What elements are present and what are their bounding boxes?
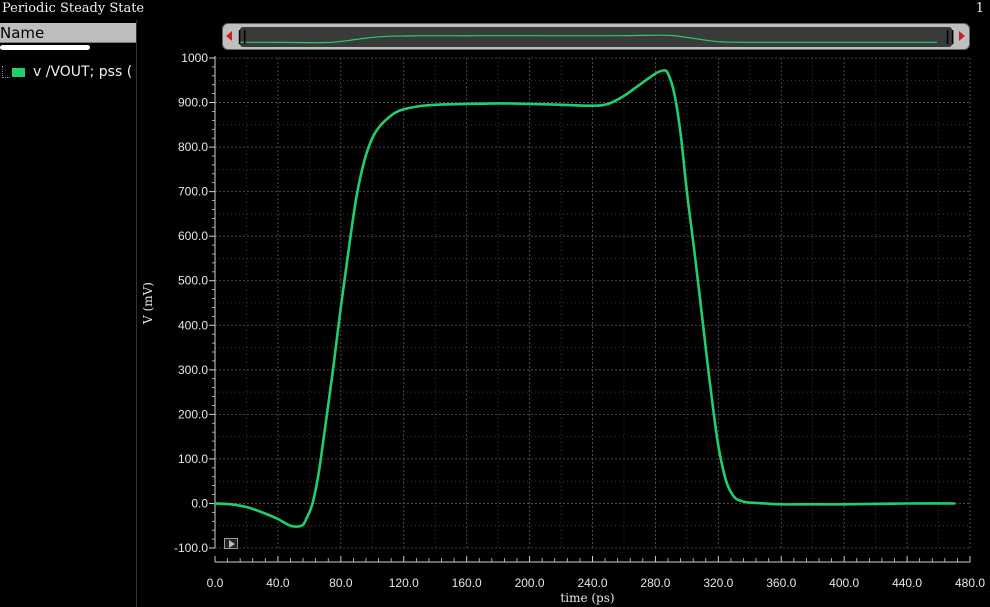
- x-tick-label: 360.0: [766, 576, 796, 590]
- x-tick-label: 440.0: [892, 576, 922, 590]
- x-tick-label: 0.0: [207, 576, 224, 590]
- y-tick-label: 1000: [181, 51, 208, 65]
- x-axis-label: time (ps): [560, 591, 614, 605]
- y-axis-label: V (mV): [141, 282, 155, 325]
- x-tick-label: 80.0: [329, 576, 353, 590]
- x-tick-label: 400.0: [829, 576, 859, 590]
- y-tick-label: 200.0: [178, 407, 208, 421]
- y-tick-label: 900.0: [178, 96, 208, 110]
- x-tick-label: 280.0: [640, 576, 670, 590]
- series-line[interactable]: [213, 69, 956, 528]
- waveform-plot[interactable]: -100.0 0.0 100.0 200.0 300.0 400.0 500.0 600.0 7…: [0, 0, 990, 607]
- y-tick-label: 500.0: [178, 274, 208, 288]
- y-tick-label: 400.0: [178, 318, 208, 332]
- y-tick-label: 800.0: [178, 140, 208, 154]
- y-tick-label: 700.0: [178, 185, 208, 199]
- y-tick-label: 600.0: [178, 229, 208, 243]
- y-tick-label: 100.0: [178, 452, 208, 466]
- y-tick-label: 0.0: [191, 496, 208, 510]
- play-icon[interactable]: [224, 538, 238, 549]
- x-tick-label: 480.0: [955, 576, 985, 590]
- x-tick-label: 320.0: [703, 576, 733, 590]
- x-tick-label: 200.0: [515, 576, 545, 590]
- x-tick-label: 120.0: [389, 576, 419, 590]
- x-tick-label: 40.0: [266, 576, 290, 590]
- x-tick-label: 160.0: [452, 576, 482, 590]
- y-tick-label: 300.0: [178, 363, 208, 377]
- x-tick-label: 240.0: [577, 576, 607, 590]
- y-tick-label: -100.0: [174, 541, 208, 555]
